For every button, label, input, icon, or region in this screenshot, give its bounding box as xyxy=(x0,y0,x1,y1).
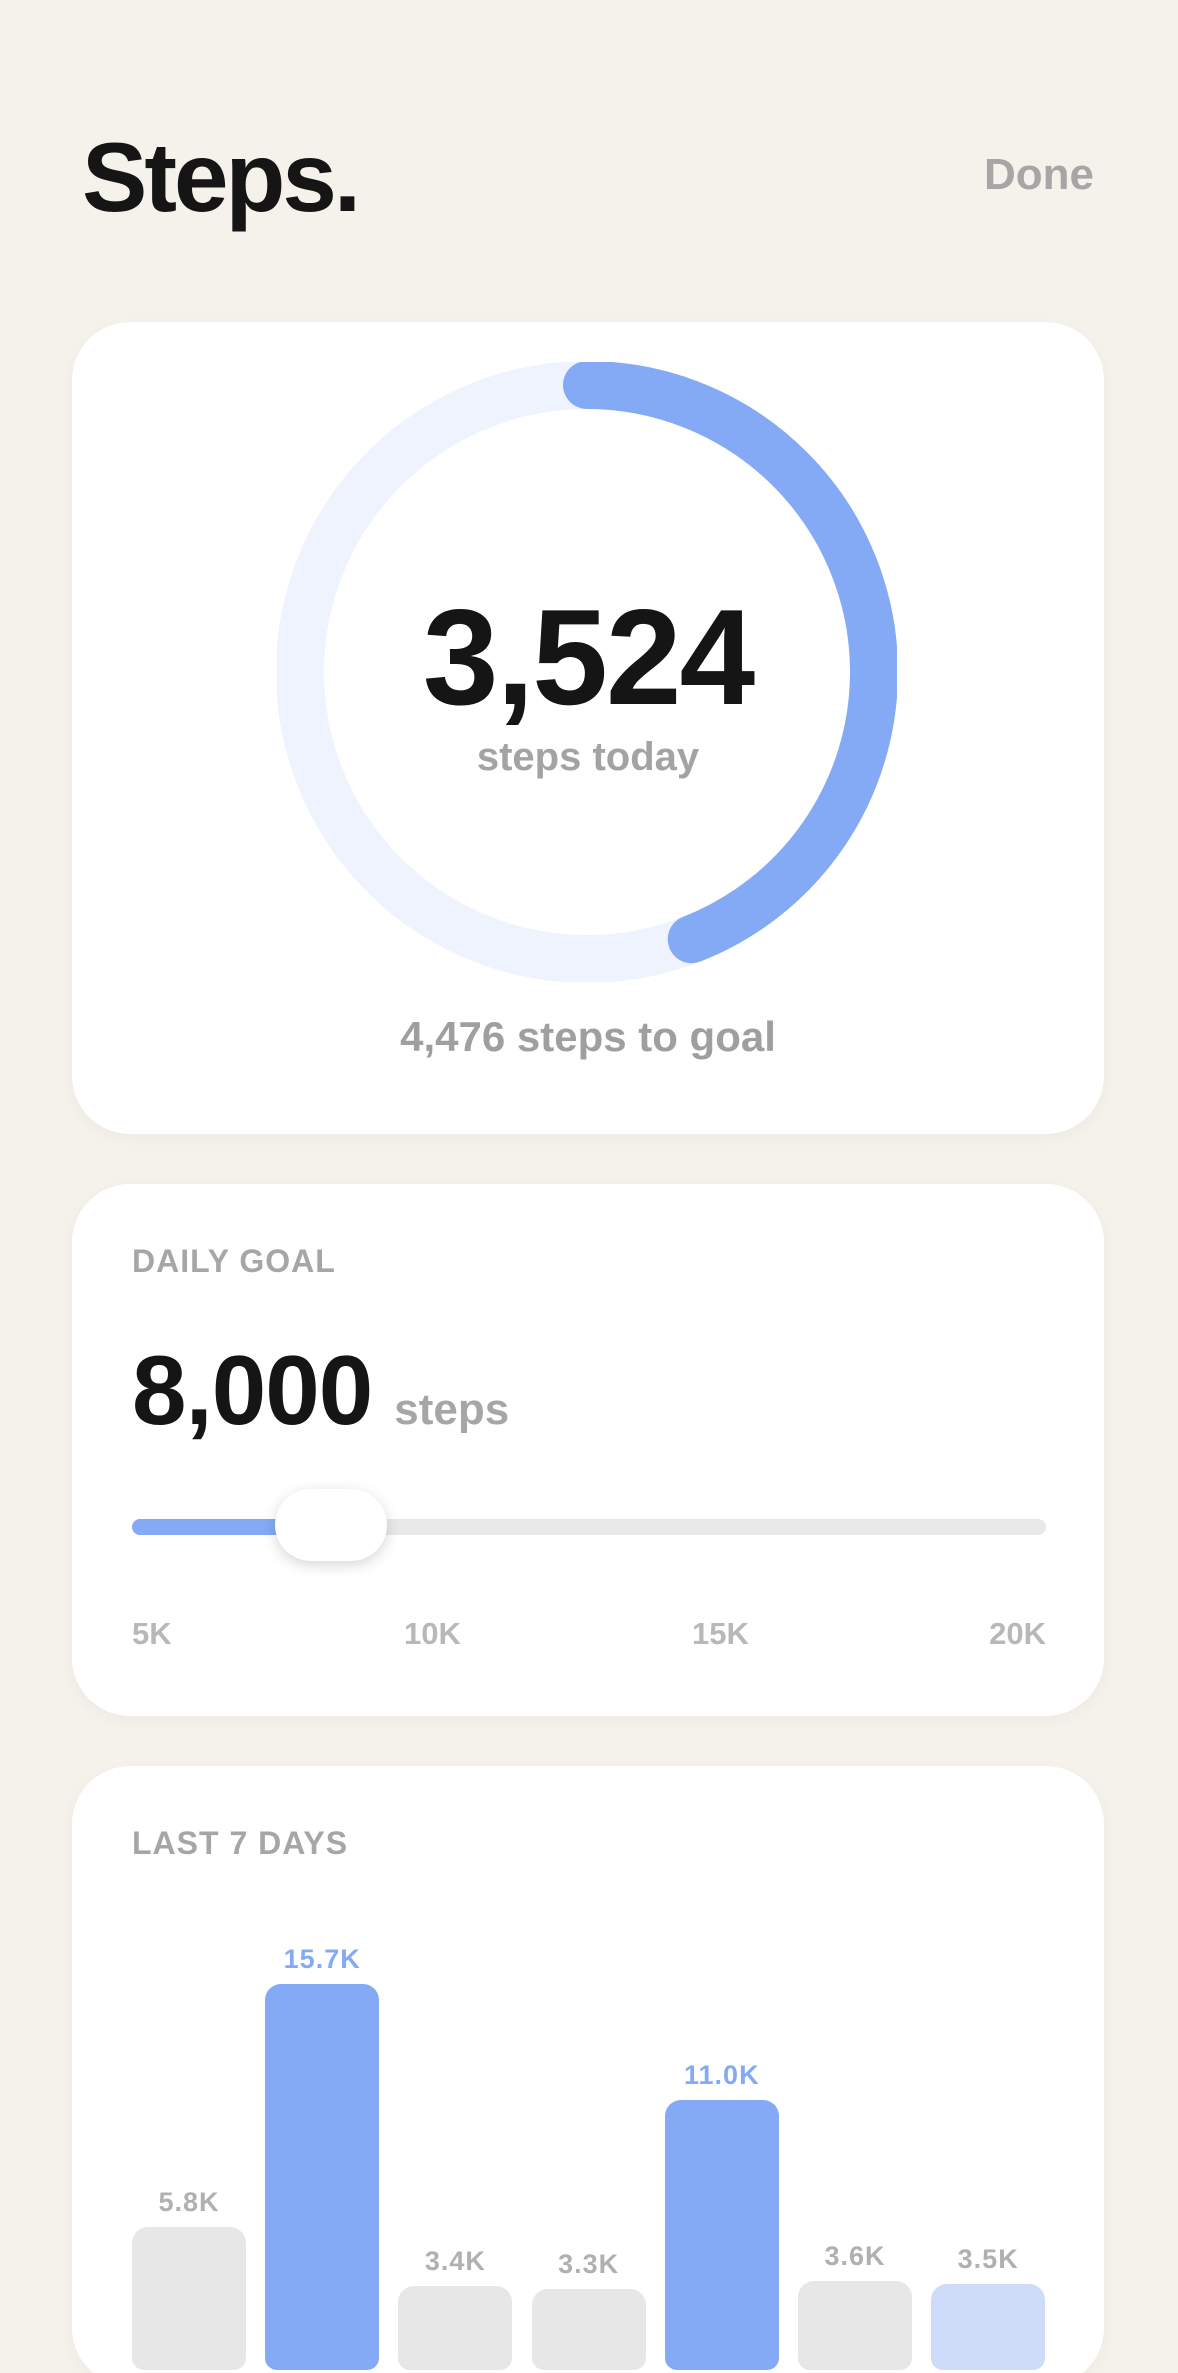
steps-today-label: steps today xyxy=(476,735,700,779)
daily-goal-number: 8,000 xyxy=(132,1335,373,1445)
chart-bar-day-4[interactable] xyxy=(531,2288,646,2370)
last-7-days-card: LAST 7 DAYS 5.8K 15.7K 3.4K 3.3K 11.0K 3.6K 3.… xyxy=(72,1766,1104,2373)
chart-bar-day-5[interactable] xyxy=(664,2099,779,2370)
chart-bar-label-day-6: 3.6K xyxy=(824,2241,886,2272)
steps-today-count: 3,524 xyxy=(422,581,755,733)
chart-bar-day-6[interactable] xyxy=(798,2281,912,2370)
daily-goal-slider[interactable] xyxy=(132,1489,1046,1561)
chart-bar-day-3[interactable] xyxy=(398,2286,513,2370)
scale-label-20k: 20K xyxy=(989,1616,1046,1651)
chart-bar-day-2[interactable] xyxy=(265,1984,380,2370)
last-7-days-bar-chart: 5.8K 15.7K 3.4K 3.3K 11.0K 3.6K 3.5K xyxy=(132,1766,1046,2373)
page-title: Steps. xyxy=(82,122,361,232)
daily-goal-unit: steps xyxy=(394,1385,510,1434)
slider-scale: 5K 10K 15K 20K xyxy=(132,1614,1046,1656)
scale-label-10k: 10K xyxy=(404,1616,461,1651)
daily-goal-value: 8,000 steps xyxy=(132,1334,509,1446)
chart-bar-label-day-2: 15.7K xyxy=(283,1944,361,1974)
steps-to-goal: 4,476 steps to goal xyxy=(400,1013,776,1060)
scale-label-5k: 5K xyxy=(132,1616,172,1651)
today-progress-card: 3,524 steps today 4,476 steps to goal xyxy=(72,322,1104,1134)
chart-bar-label-day-4: 3.3K xyxy=(558,2248,620,2279)
chart-bar-label-day-7: 3.5K xyxy=(957,2243,1019,2274)
scale-label-15k: 15K xyxy=(692,1616,749,1651)
chart-bar-day-1[interactable] xyxy=(132,2227,246,2370)
steps-sheet: Steps. Done 3,524 steps today 4,476 step… xyxy=(0,0,1178,2373)
chart-bar-label-day-3: 3.4K xyxy=(424,2246,486,2277)
done-button[interactable]: Done xyxy=(984,150,1094,200)
chart-bar-day-7[interactable] xyxy=(931,2283,1046,2370)
slider-thumb[interactable] xyxy=(274,1489,387,1561)
chart-bar-label-day-1: 5.8K xyxy=(158,2187,220,2218)
daily-goal-label: DAILY GOAL xyxy=(132,1243,336,1279)
chart-bar-label-day-5: 11.0K xyxy=(684,2059,760,2090)
daily-goal-card: DAILY GOAL 8,000 steps 5K 10K 15K 20K xyxy=(72,1184,1104,1716)
